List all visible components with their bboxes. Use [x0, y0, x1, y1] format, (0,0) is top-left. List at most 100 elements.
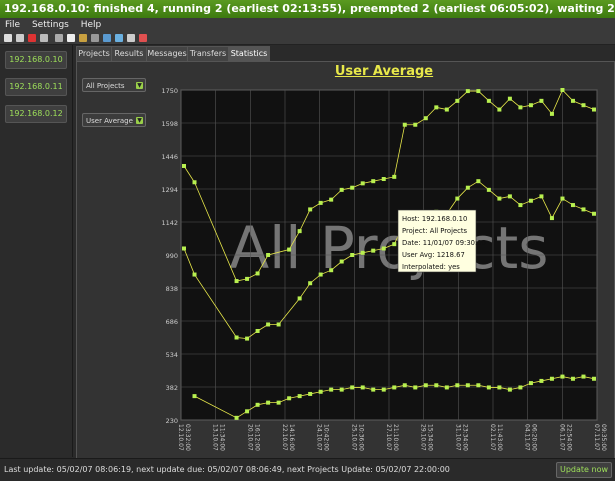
x-tick-label: 10:36:00 — [357, 424, 364, 451]
data-point — [486, 98, 491, 103]
data-point — [234, 415, 239, 420]
data-point — [371, 179, 376, 184]
data-point — [318, 200, 323, 205]
data-point — [549, 216, 554, 221]
data-point — [297, 296, 302, 301]
data-point — [318, 272, 323, 277]
data-point — [276, 322, 281, 327]
data-point — [266, 253, 271, 257]
tooltip-line: Host: 192.168.0.10 — [402, 215, 467, 223]
chart: All Projects2303825346868389901142129414… — [161, 87, 607, 451]
data-point — [402, 122, 407, 127]
data-point — [192, 180, 197, 185]
data-point — [392, 385, 397, 390]
data-point — [497, 385, 502, 390]
data-point — [287, 396, 292, 401]
data-point — [507, 96, 512, 101]
data-point — [245, 336, 250, 341]
data-point — [297, 394, 302, 399]
x-tick-label: 07.11.07 — [593, 424, 600, 451]
data-point — [581, 374, 586, 379]
data-point — [518, 105, 523, 110]
data-point — [581, 207, 586, 212]
data-point — [455, 98, 460, 103]
data-point — [339, 259, 344, 264]
status-text: Last update: 05/02/07 08:06:19, next upd… — [4, 465, 450, 474]
y-tick-label: 1750 — [161, 87, 178, 95]
tooltip-line: Project: All Projects — [402, 227, 468, 235]
data-point — [497, 196, 502, 201]
data-point — [549, 111, 554, 116]
x-tick-label: 29.10.07 — [420, 424, 427, 451]
data-point — [528, 198, 533, 203]
data-point — [350, 385, 355, 390]
data-point — [318, 389, 323, 394]
data-point — [287, 247, 292, 252]
data-point — [476, 89, 481, 94]
data-point — [402, 383, 407, 388]
tooltip-line: Interpolated: yes — [402, 263, 460, 271]
data-point — [392, 174, 397, 179]
data-point — [476, 179, 481, 184]
x-tick-label: 24.10.07 — [316, 424, 323, 451]
data-point — [276, 400, 281, 405]
x-tick-label: 14:16:00 — [288, 424, 295, 451]
x-tick-label: 15:34:00 — [427, 424, 434, 451]
data-point — [350, 253, 355, 257]
data-point — [507, 194, 512, 199]
x-tick-label: 25.10.07 — [350, 424, 357, 451]
update-now-button[interactable]: Update now — [556, 462, 612, 478]
x-tick-label: 02.11.07 — [489, 424, 496, 451]
data-point — [465, 185, 470, 190]
data-point — [581, 103, 586, 108]
data-point — [339, 187, 344, 192]
data-point — [371, 248, 376, 253]
y-tick-label: 1142 — [161, 219, 178, 227]
data-point — [539, 194, 544, 199]
data-point — [182, 246, 186, 251]
data-point — [329, 387, 334, 392]
data-point — [245, 276, 250, 281]
x-tick-label: 03:32:00 — [184, 424, 191, 451]
data-point — [297, 229, 302, 234]
data-point — [360, 181, 365, 186]
data-point — [518, 203, 523, 208]
data-point — [255, 402, 260, 407]
data-point — [486, 187, 491, 192]
data-point — [192, 272, 197, 277]
data-point — [255, 271, 260, 276]
data-point — [234, 335, 239, 340]
tooltip-line: User Avg: 1218.67 — [402, 251, 465, 259]
data-point — [434, 105, 439, 110]
data-point — [486, 385, 491, 390]
data-point — [255, 328, 260, 333]
data-point — [413, 122, 418, 127]
data-point — [192, 394, 197, 399]
data-point — [434, 383, 439, 388]
data-point — [350, 185, 355, 190]
data-point — [592, 107, 596, 112]
data-point — [360, 385, 365, 390]
data-point — [592, 211, 596, 216]
data-point — [381, 177, 386, 182]
data-point — [560, 374, 565, 379]
y-tick-label: 1598 — [161, 120, 178, 128]
x-tick-label: 27.10.07 — [385, 424, 392, 451]
data-point — [570, 98, 575, 103]
y-tick-label: 990 — [166, 252, 178, 260]
x-tick-label: 12.10.07 — [177, 424, 184, 451]
data-point — [182, 163, 186, 168]
data-point — [339, 387, 344, 392]
y-tick-label: 1446 — [161, 153, 178, 161]
data-point — [423, 383, 428, 388]
data-point — [234, 279, 239, 284]
x-tick-label: 10:42:00 — [323, 424, 330, 451]
data-point — [329, 268, 334, 273]
data-point — [360, 250, 365, 255]
y-tick-label: 534 — [166, 351, 178, 359]
data-point — [266, 400, 271, 405]
data-point — [455, 383, 460, 388]
x-tick-label: 06:20:00 — [531, 424, 538, 451]
data-point — [413, 385, 418, 390]
y-tick-label: 686 — [166, 318, 178, 326]
